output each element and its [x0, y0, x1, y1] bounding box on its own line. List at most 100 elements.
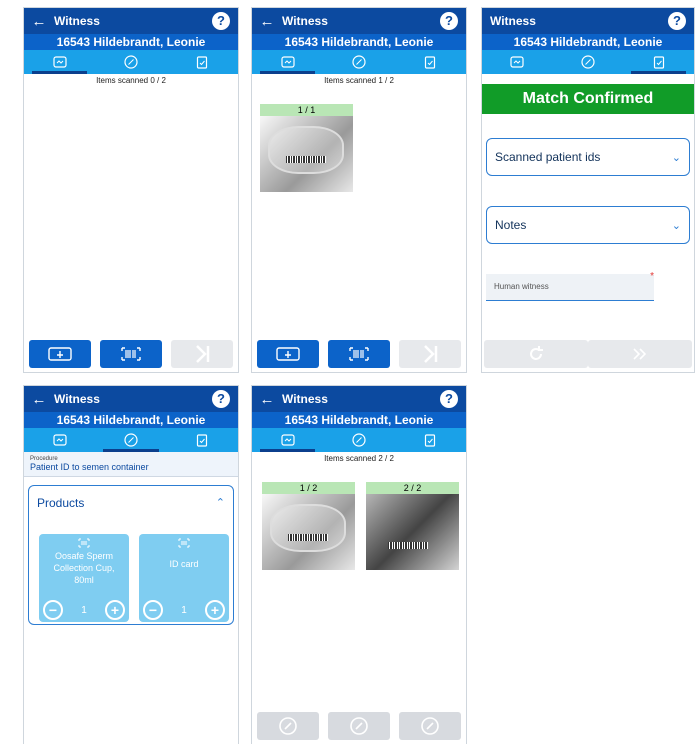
help-icon[interactable]: ?	[212, 12, 230, 30]
bottom-actions	[24, 340, 238, 368]
bottom-actions	[252, 712, 466, 740]
products-title[interactable]: Products ⌃	[29, 486, 233, 520]
match-confirmed-banner: Match Confirmed	[482, 84, 694, 114]
tab-scan[interactable]	[24, 50, 95, 74]
percent-tab-icon	[124, 433, 138, 447]
tab-procedure[interactable]	[95, 50, 166, 74]
app-bar: Witness ?	[482, 8, 694, 34]
disabled-action-button[interactable]	[256, 712, 319, 740]
product-card: Oosafe Sperm Collection Cup, 80ml − 1 +	[39, 534, 129, 622]
notes-label: Notes	[495, 218, 527, 232]
scanned-item-card[interactable]: 1 / 2	[262, 482, 355, 570]
clipboard-tab-icon	[425, 56, 436, 69]
percent-tab-icon	[352, 55, 366, 69]
increment-button[interactable]: +	[205, 600, 225, 620]
scanned-item-index: 2 / 2	[366, 482, 459, 494]
skip-button[interactable]	[399, 340, 462, 368]
items-scanned-count: Items scanned 2 / 2	[324, 454, 394, 463]
barcode-scan-icon	[178, 538, 190, 548]
app-title: Witness	[282, 392, 328, 406]
screen-witness-confirmed: Witness ? 16543 Hildebrandt, Leonie Matc…	[481, 7, 695, 373]
app-title: Witness	[282, 14, 328, 28]
app-title: Witness	[54, 14, 100, 28]
chevron-up-icon: ⌃	[215, 497, 225, 509]
human-witness-placeholder: Human witness	[494, 282, 549, 291]
quantity-stepper: − 1 +	[43, 600, 125, 620]
scanned-item-card[interactable]: 2 / 2	[366, 482, 459, 570]
disabled-action-button[interactable]	[327, 712, 390, 740]
tab-checklist[interactable]	[395, 428, 466, 452]
tab-bar	[24, 428, 238, 452]
increment-button[interactable]: +	[105, 600, 125, 620]
quantity-value: 1	[81, 604, 87, 616]
scanned-item-index: 1 / 2	[262, 482, 355, 494]
scanned-item-card[interactable]: 1 / 1	[260, 104, 353, 192]
decrement-button[interactable]: −	[43, 600, 63, 620]
app-title: Witness	[54, 392, 100, 406]
back-arrow-icon[interactable]: ←	[24, 391, 54, 408]
keypad-hand-icon	[275, 347, 300, 361]
barcode-scan-icon	[78, 538, 90, 548]
clipboard-tab-icon	[197, 434, 208, 447]
refresh-icon	[530, 346, 543, 360]
clipboard-tab-icon	[425, 434, 436, 447]
human-witness-field[interactable]: Human witness *	[486, 271, 654, 301]
required-marker: *	[650, 271, 654, 282]
restart-button[interactable]	[484, 340, 588, 368]
tab-scan[interactable]	[252, 428, 323, 452]
tab-checklist[interactable]	[395, 50, 466, 74]
scanned-ids-label: Scanned patient ids	[495, 150, 601, 164]
manual-entry-button[interactable]	[256, 340, 319, 368]
tab-bar	[482, 50, 694, 74]
tab-procedure[interactable]	[95, 428, 166, 452]
help-icon[interactable]: ?	[212, 390, 230, 408]
scan-tab-icon	[53, 434, 67, 446]
notes-expander[interactable]: Notes ⌄	[486, 206, 690, 244]
percent-tab-icon	[352, 433, 366, 447]
tab-procedure[interactable]	[323, 428, 394, 452]
back-arrow-icon[interactable]: ←	[252, 391, 282, 408]
chevron-down-icon: ⌄	[671, 151, 681, 164]
barcode-icon	[121, 347, 141, 361]
skip-next-icon	[196, 345, 210, 363]
scan-barcode-button[interactable]	[99, 340, 162, 368]
quantity-stepper: − 1 +	[143, 600, 225, 620]
disabled-action-button[interactable]	[399, 712, 462, 740]
barcode-icon	[349, 347, 369, 361]
screen-witness-two-scanned: ← Witness ? 16543 Hildebrandt, Leonie It…	[251, 385, 467, 744]
skip-button[interactable]	[171, 340, 234, 368]
percent-tab-icon	[581, 55, 595, 69]
procedure-section: Procedure Patient ID to semen container	[24, 452, 238, 477]
tab-bar	[252, 428, 466, 452]
help-icon[interactable]: ?	[440, 390, 458, 408]
manual-entry-button[interactable]	[28, 340, 91, 368]
tab-procedure[interactable]	[553, 50, 624, 74]
scanned-ids-expander[interactable]: Scanned patient ids ⌄	[486, 138, 690, 176]
help-icon[interactable]: ?	[440, 12, 458, 30]
decrement-button[interactable]: −	[143, 600, 163, 620]
skip-next-icon	[424, 345, 438, 363]
back-arrow-icon[interactable]: ←	[252, 13, 282, 30]
disabled-hand-icon	[278, 717, 297, 735]
items-scanned-count: Items scanned 1 / 2	[324, 76, 394, 85]
bottom-actions	[482, 340, 694, 368]
tab-procedure[interactable]	[323, 50, 394, 74]
scan-barcode-button[interactable]	[327, 340, 390, 368]
screen-witness-procedure: ← Witness ? 16543 Hildebrandt, Leonie Pr…	[23, 385, 239, 744]
scan-tab-icon	[510, 56, 524, 68]
products-panel: Products ⌃ Oosafe Sperm Collection Cup, 8…	[28, 485, 234, 625]
tab-scan[interactable]	[24, 428, 95, 452]
tab-checklist[interactable]	[167, 50, 238, 74]
tab-scan[interactable]	[482, 50, 553, 74]
tab-scan[interactable]	[252, 50, 323, 74]
back-arrow-icon[interactable]: ←	[24, 13, 54, 30]
next-button[interactable]	[588, 340, 692, 368]
disabled-hand-icon	[421, 717, 440, 735]
tab-checklist[interactable]	[623, 50, 694, 74]
tab-checklist[interactable]	[167, 428, 238, 452]
help-icon[interactable]: ?	[668, 12, 686, 30]
bottom-actions	[252, 340, 466, 368]
procedure-value: Patient ID to semen container	[30, 462, 149, 472]
keypad-hand-icon	[47, 347, 72, 361]
clipboard-tab-icon	[197, 56, 208, 69]
